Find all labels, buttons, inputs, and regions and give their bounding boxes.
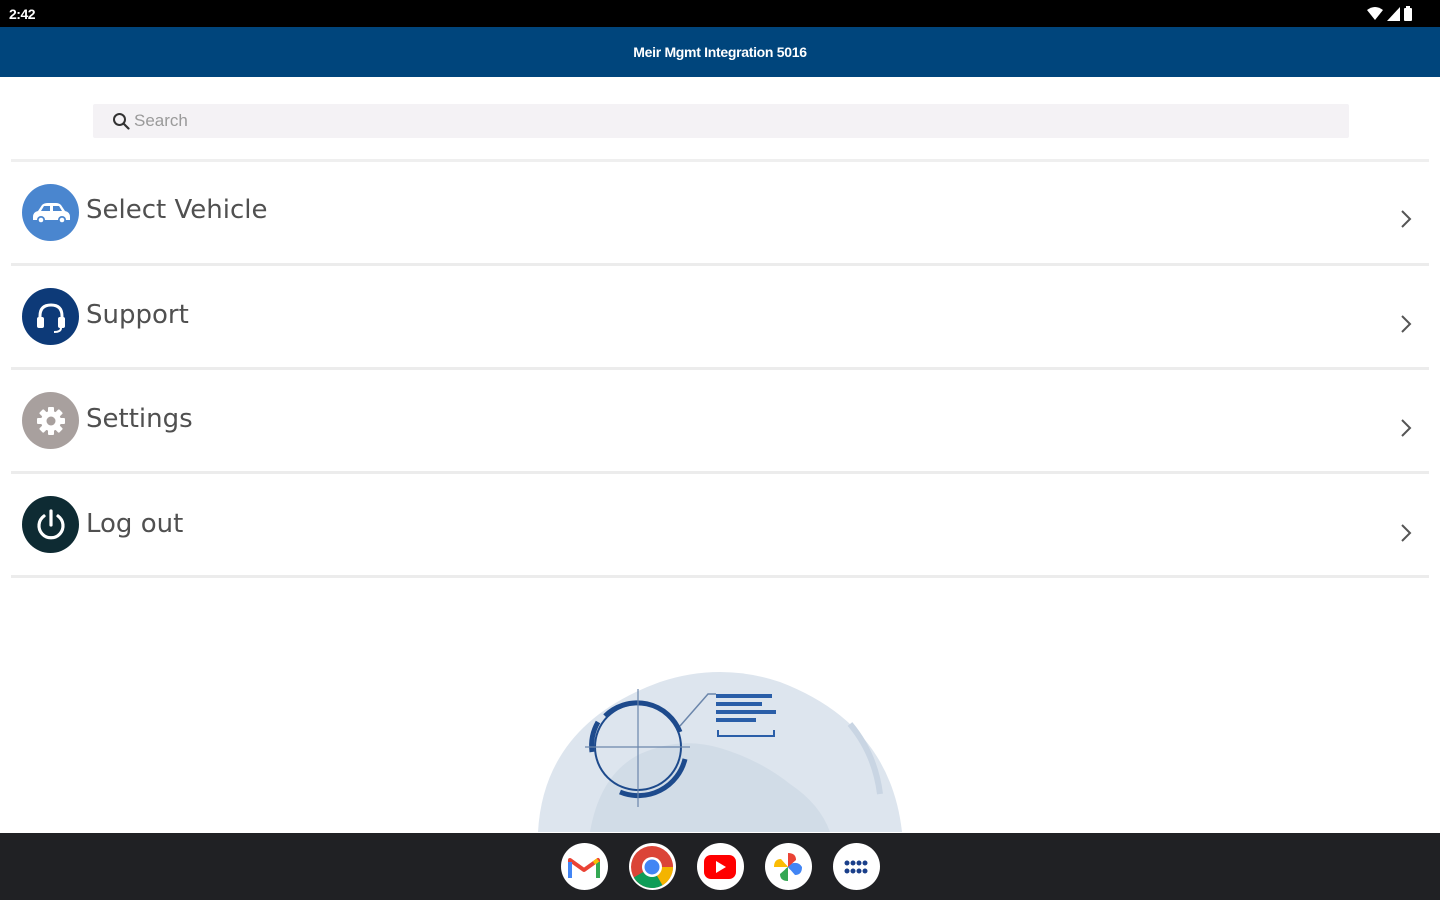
chevron-right-icon <box>1401 210 1412 228</box>
company-logo <box>530 664 910 834</box>
menu-item-select-vehicle[interactable]: Select Vehicle <box>11 162 1429 266</box>
search-icon <box>113 113 130 130</box>
menu-item-label: Settings <box>86 404 193 434</box>
car-icon <box>22 184 79 241</box>
gmail-icon[interactable] <box>560 843 608 890</box>
wifi-icon <box>1367 6 1383 20</box>
chevron-right-icon <box>1401 315 1412 333</box>
battery-icon <box>1404 6 1412 21</box>
navigation-dock <box>0 833 1440 900</box>
gear-icon <box>22 392 79 449</box>
menu-item-label: Select Vehicle <box>86 195 268 225</box>
chevron-right-icon <box>1401 419 1412 437</box>
menu-item-label: Log out <box>86 509 184 539</box>
youtube-icon[interactable] <box>696 843 744 890</box>
menu-list: Select Vehicle Support Settings Log out <box>11 159 1429 578</box>
app-title: Meir Mgmt Integration 5016 <box>633 44 807 60</box>
search-input[interactable] <box>134 111 1284 131</box>
chevron-right-icon <box>1401 524 1412 542</box>
app-header: Meir Mgmt Integration 5016 <box>0 27 1440 77</box>
menu-item-log-out[interactable]: Log out <box>11 474 1429 578</box>
search-bar[interactable] <box>93 104 1349 138</box>
status-bar: 2:42 <box>0 0 1440 27</box>
chrome-icon[interactable] <box>628 843 676 890</box>
status-time: 2:42 <box>9 6 36 22</box>
menu-item-settings[interactable]: Settings <box>11 370 1429 474</box>
photos-icon[interactable] <box>764 843 812 890</box>
status-icons <box>1367 6 1412 21</box>
power-icon <box>22 496 79 553</box>
menu-item-support[interactable]: Support <box>11 266 1429 370</box>
headset-icon <box>22 288 79 345</box>
app-drawer-icon[interactable] <box>832 843 880 890</box>
menu-item-label: Support <box>86 300 189 330</box>
signal-icon <box>1387 6 1400 21</box>
